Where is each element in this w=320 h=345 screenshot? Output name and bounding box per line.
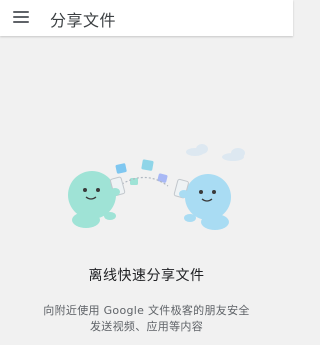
share-description-line2: 发送视频、应用等内容 bbox=[90, 320, 203, 333]
cloud-icon bbox=[186, 144, 245, 161]
app-toolbar: 分享文件 bbox=[0, 0, 293, 36]
share-description-line1: 向附近使用 Google 文件极客的朋友安全 bbox=[43, 304, 250, 317]
offline-share-illustration bbox=[68, 144, 245, 230]
left-character bbox=[68, 171, 126, 228]
page-title: 分享文件 bbox=[50, 11, 117, 30]
hamburger-menu-icon[interactable] bbox=[13, 11, 29, 23]
share-heading: 离线快速分享文件 bbox=[88, 268, 205, 284]
right-character bbox=[173, 174, 231, 230]
file-icons bbox=[115, 159, 169, 187]
files-share-screen: 分享文件 离线快速分享文件 向附近使用 Google 文件极客的朋友安全 发送视… bbox=[0, 0, 293, 345]
